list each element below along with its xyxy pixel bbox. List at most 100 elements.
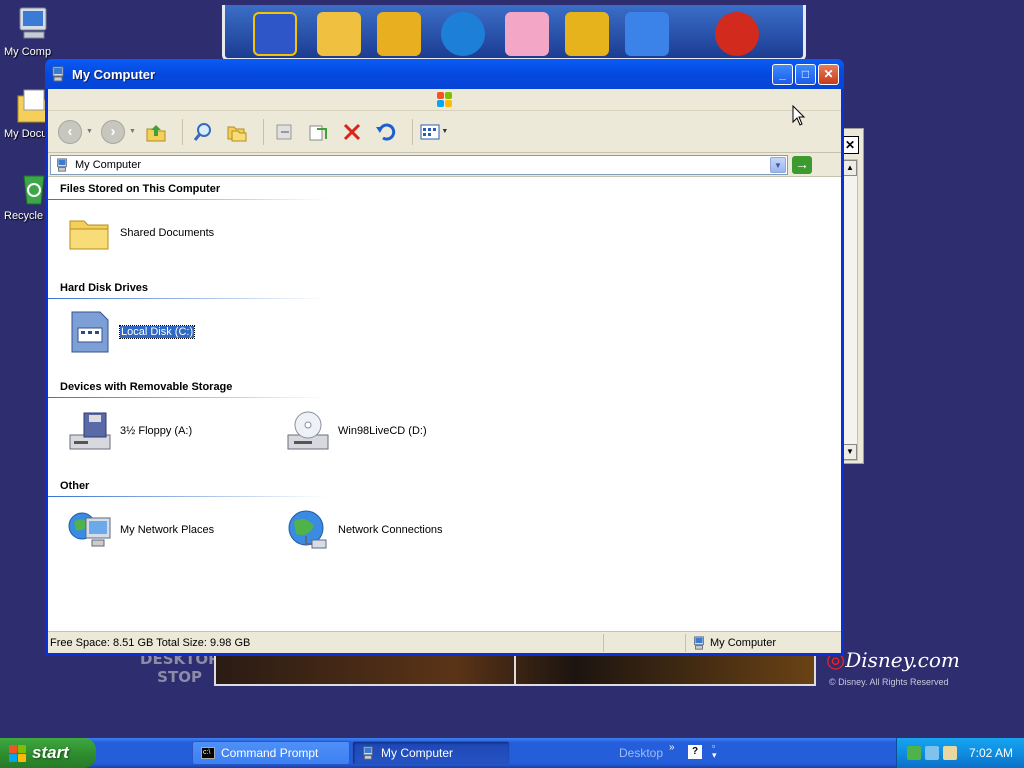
- wallpaper-tile: [377, 12, 421, 56]
- folder-icon: [66, 209, 114, 257]
- window-client-area: ‹ ▼ › ▼ ▼ My Computer ▼ → Files Stored o…: [48, 89, 841, 653]
- list-item-my-network-places[interactable]: My Network Places: [66, 506, 214, 554]
- address-bar: My Computer ▼ →: [48, 153, 841, 177]
- toolbar-separator: [411, 118, 413, 145]
- my-computer-icon: [14, 4, 54, 44]
- back-button[interactable]: ‹: [56, 118, 84, 146]
- item-label: My Network Places: [120, 524, 215, 536]
- restore-window-icon[interactable]: ▫ ▾: [712, 742, 717, 760]
- windows-logo-icon: [436, 91, 454, 109]
- wallpaper-tile: [441, 12, 485, 56]
- group-heading: Other: [60, 480, 90, 492]
- magic-wand-icon[interactable]: [943, 746, 957, 760]
- item-label: Network Connections: [338, 524, 443, 536]
- up-folder-button[interactable]: [142, 118, 170, 146]
- views-button[interactable]: ▼: [419, 118, 449, 146]
- title-bar[interactable]: My Computer _ □ ✕: [45, 59, 844, 89]
- undo-icon: [375, 123, 396, 141]
- copy-to-icon: [309, 125, 327, 140]
- delete-icon: [343, 123, 360, 140]
- wallpaper-tile: [505, 12, 549, 56]
- list-item-floppy-drive[interactable]: 3½ Floppy (A:): [66, 407, 192, 455]
- item-label: Win98LiveCD (D:): [338, 425, 427, 437]
- wallpaper-tile: [625, 12, 669, 56]
- status-location-pane: My Computer: [686, 634, 841, 652]
- item-label: Shared Documents: [120, 227, 215, 239]
- address-value: My Computer: [75, 158, 142, 171]
- wallpaper-tile: [565, 12, 609, 56]
- scroll-up-button[interactable]: ▲: [843, 160, 857, 176]
- wallpaper-image-strip: [214, 652, 816, 686]
- address-field[interactable]: My Computer ▼: [50, 154, 788, 175]
- taskbar: start c:\ Command Prompt My Computer Des…: [0, 738, 1024, 768]
- taskbar-item-my-computer[interactable]: My Computer: [352, 741, 510, 765]
- group-divider: [48, 298, 328, 299]
- go-button[interactable]: →: [792, 155, 812, 174]
- back-arrow-icon: ‹: [58, 119, 82, 144]
- views-dropdown-icon[interactable]: ▼: [441, 128, 448, 135]
- item-label: Local Disk (C:): [118, 325, 196, 339]
- floppy-drive-icon: [66, 407, 114, 455]
- views-icon: [420, 124, 440, 139]
- list-item-cd-drive[interactable]: Win98LiveCD (D:): [284, 407, 427, 455]
- delete-button[interactable]: [338, 118, 366, 146]
- disney-logo: ◎Disney.com: [826, 648, 960, 673]
- copy-to-button[interactable]: [304, 118, 332, 146]
- go-arrow-icon: →: [795, 155, 809, 172]
- group-divider: [48, 397, 328, 398]
- list-item-shared-documents[interactable]: Shared Documents: [66, 209, 214, 257]
- hard-disk-icon: [66, 308, 114, 356]
- close-icon: ✕: [823, 67, 834, 81]
- scrollbar[interactable]: ▲ ▼: [842, 159, 858, 461]
- start-button[interactable]: start: [0, 738, 96, 768]
- forward-button[interactable]: ›: [99, 118, 127, 146]
- back-dropdown-icon[interactable]: ▼: [86, 128, 93, 135]
- taskbar-item-command-prompt[interactable]: c:\ Command Prompt: [192, 741, 350, 765]
- list-item-local-disk[interactable]: Local Disk (C:): [66, 308, 196, 356]
- standard-toolbar: ‹ ▼ › ▼ ▼: [48, 111, 841, 153]
- window-title: My Computer: [72, 66, 156, 82]
- computer-icon: [694, 635, 704, 650]
- maximize-button[interactable]: □: [795, 63, 816, 85]
- toolbar-separator: [262, 118, 264, 145]
- search-icon: [193, 122, 211, 141]
- mario-character-image: [715, 12, 759, 56]
- my-computer-window[interactable]: My Computer _ □ ✕ ‹ ▼ › ▼ ▼ My Computer …: [45, 59, 844, 656]
- move-to-button[interactable]: [270, 118, 298, 146]
- network-places-icon: [66, 506, 114, 554]
- group-heading: Devices with Removable Storage: [60, 381, 233, 393]
- folders-button[interactable]: [223, 118, 251, 146]
- forward-arrow-icon: ›: [100, 119, 125, 144]
- cd-drive-icon: [284, 407, 332, 455]
- device-icon[interactable]: [925, 746, 939, 760]
- status-free-space: Free Space: 8.51 GB Total Size: 9.98 GB: [48, 633, 604, 652]
- forward-dropdown-icon[interactable]: ▼: [129, 128, 136, 135]
- status-bar: Free Space: 8.51 GB Total Size: 9.98 GB …: [48, 631, 841, 653]
- item-label: 3½ Floppy (A:): [120, 425, 193, 437]
- move-to-icon: [276, 124, 292, 139]
- scroll-down-button[interactable]: ▼: [843, 444, 857, 460]
- desktop-icon-label: My Comp: [4, 46, 52, 58]
- maximize-icon: □: [801, 67, 810, 81]
- search-button[interactable]: [189, 118, 217, 146]
- task-label: Command Prompt: [221, 746, 319, 760]
- minimize-button[interactable]: _: [772, 63, 793, 85]
- wallpaper-tile: [253, 12, 297, 56]
- chevron-down-icon[interactable]: ▼: [770, 156, 786, 173]
- desktop-icon-my-computer[interactable]: My Comp: [0, 4, 70, 58]
- chevron-right-icon[interactable]: »: [669, 742, 675, 753]
- group-heading: Files Stored on This Computer: [60, 183, 221, 195]
- file-view: Files Stored on This Computer Shared Doc…: [48, 177, 841, 635]
- minimize-icon: _: [779, 67, 786, 81]
- folders-icon: [227, 126, 247, 141]
- network-connections-icon: [284, 506, 332, 554]
- desktop-toolbar-label[interactable]: Desktop: [619, 746, 663, 760]
- undo-button[interactable]: [372, 118, 400, 146]
- computer-icon: [363, 746, 373, 760]
- list-item-network-connections[interactable]: Network Connections: [284, 506, 443, 554]
- close-button[interactable]: ✕: [818, 63, 839, 85]
- help-icon[interactable]: ?: [688, 745, 702, 759]
- up-folder-icon: [146, 124, 166, 141]
- network-status-icon[interactable]: [907, 746, 921, 760]
- group-divider: [48, 496, 328, 497]
